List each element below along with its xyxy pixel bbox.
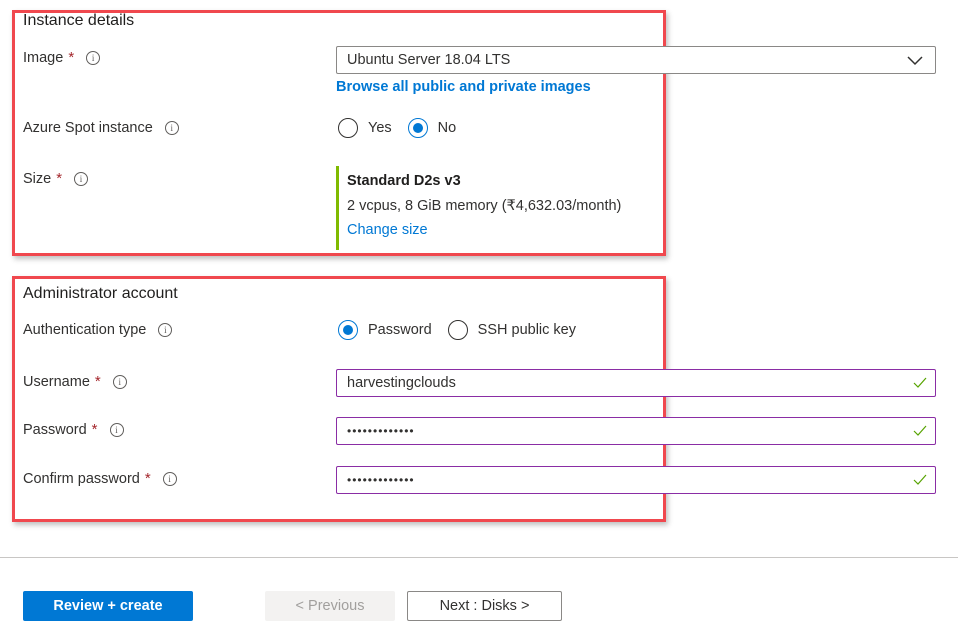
password-input[interactable]: •••••••••••••	[336, 417, 936, 445]
spot-yes-label[interactable]: Yes	[368, 120, 392, 136]
username-label: Username * i	[23, 373, 127, 390]
auth-password-label[interactable]: Password	[368, 322, 432, 338]
spot-label: Azure Spot instance i	[23, 120, 179, 136]
image-label-text: Image	[23, 49, 64, 66]
image-select-value: Ubuntu Server 18.04 LTS	[347, 52, 511, 68]
info-icon[interactable]: i	[86, 50, 101, 65]
section-title-admin-account: Administrator account	[23, 285, 178, 302]
password-label: Password * i	[23, 421, 124, 438]
size-label-text: Size	[23, 170, 52, 187]
previous-button[interactable]: < Previous	[265, 591, 395, 621]
valid-check-icon	[913, 474, 927, 485]
info-icon[interactable]: i	[112, 374, 127, 389]
size-description: 2 vcpus, 8 GiB memory (₹4,632.03/month)	[347, 198, 622, 214]
info-icon[interactable]: i	[74, 171, 89, 186]
password-value: •••••••••••••	[347, 424, 415, 438]
image-label: Image * i	[23, 49, 101, 66]
size-label: Size * i	[23, 170, 89, 187]
info-icon[interactable]: i	[109, 422, 124, 437]
required-marker: *	[91, 421, 98, 438]
valid-check-icon	[913, 425, 927, 436]
browse-images-link[interactable]: Browse all public and private images	[336, 79, 591, 95]
spot-label-text: Azure Spot instance	[23, 120, 153, 136]
spot-no-label[interactable]: No	[438, 120, 457, 136]
auth-ssh-radio[interactable]	[447, 320, 468, 340]
footer-divider	[0, 557, 958, 558]
spot-yes-radio[interactable]	[338, 118, 358, 138]
required-marker: *	[94, 373, 101, 390]
auth-ssh-label[interactable]: SSH public key	[478, 322, 576, 338]
size-summary: Standard D2s v3 2 vcpus, 8 GiB memory (₹…	[336, 166, 621, 250]
valid-check-icon	[913, 377, 927, 388]
auth-type-radio-group: Password SSH public key	[338, 320, 592, 340]
info-icon[interactable]: i	[162, 471, 177, 486]
required-marker: *	[68, 49, 75, 66]
password-label-text: Password	[23, 421, 87, 438]
auth-type-label: Authentication type i	[23, 322, 173, 338]
spot-radio-group: Yes No	[338, 118, 472, 138]
review-create-button[interactable]: Review + create	[23, 591, 193, 621]
confirm-password-input[interactable]: •••••••••••••	[336, 466, 936, 494]
image-select[interactable]: Ubuntu Server 18.04 LTS	[336, 46, 936, 74]
confirm-password-label-text: Confirm password	[23, 470, 140, 487]
username-input[interactable]: harvestingclouds	[336, 369, 936, 397]
username-label-text: Username	[23, 373, 90, 390]
auth-password-radio[interactable]	[338, 320, 358, 340]
required-marker: *	[56, 170, 63, 187]
username-value: harvestingclouds	[347, 375, 456, 391]
info-icon[interactable]: i	[158, 323, 173, 337]
chevron-down-icon	[907, 56, 923, 66]
change-size-link[interactable]: Change size	[347, 222, 621, 238]
auth-type-label-text: Authentication type	[23, 322, 147, 338]
info-icon[interactable]: i	[164, 121, 179, 135]
spot-no-radio[interactable]	[407, 118, 428, 138]
size-name: Standard D2s v3	[347, 173, 461, 189]
next-disks-button[interactable]: Next : Disks >	[407, 591, 562, 621]
confirm-password-label: Confirm password * i	[23, 470, 177, 487]
section-title-instance-details: Instance details	[23, 12, 135, 29]
confirm-password-value: •••••••••••••	[347, 473, 415, 487]
required-marker: *	[144, 470, 151, 487]
